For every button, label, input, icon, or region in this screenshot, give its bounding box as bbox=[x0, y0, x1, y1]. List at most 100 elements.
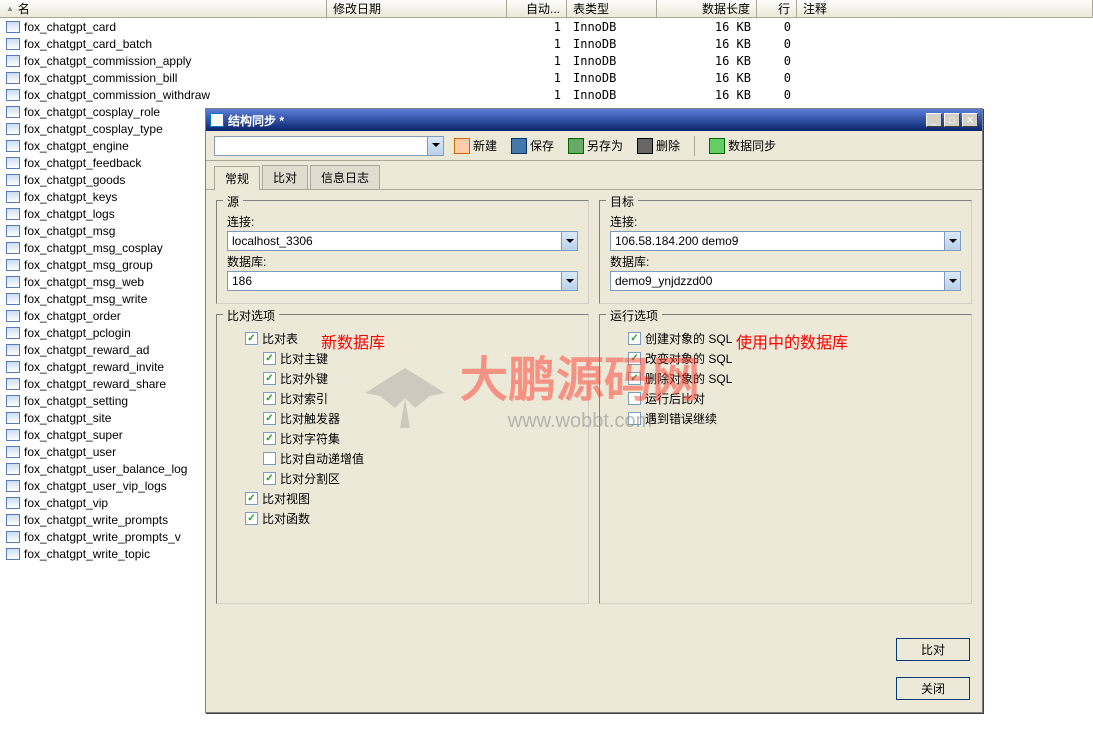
maximize-button[interactable]: □ bbox=[944, 113, 960, 127]
alter-sql-checkbox[interactable] bbox=[628, 352, 641, 365]
compare-charset-checkbox[interactable] bbox=[263, 432, 276, 445]
table-name: fox_chatgpt_setting bbox=[24, 394, 128, 408]
new-button[interactable]: 新建 bbox=[450, 135, 501, 156]
table-name: fox_chatgpt_engine bbox=[24, 139, 129, 153]
table-icon bbox=[6, 174, 20, 186]
col-len[interactable]: 数据长度 bbox=[657, 0, 757, 17]
table-name: fox_chatgpt_msg bbox=[24, 224, 115, 238]
col-comment[interactable]: 注释 bbox=[797, 0, 1093, 17]
compare-partition-label: 比对分割区 bbox=[280, 470, 340, 487]
compare-options-fieldset: 比对选项 比对表 比对主键 比对外键 比对索引 比对触发器 比对字符集 比对自动… bbox=[216, 314, 589, 604]
compare-view-label: 比对视图 bbox=[262, 490, 310, 507]
compare-opts-legend: 比对选项 bbox=[223, 307, 279, 324]
table-name: fox_chatgpt_msg_write bbox=[24, 292, 147, 306]
annotation-using-db: 使用中的数据库 bbox=[736, 329, 848, 353]
table-name: fox_chatgpt_msg_cosplay bbox=[24, 241, 163, 255]
compare-func-checkbox[interactable] bbox=[245, 512, 258, 525]
compare-table-checkbox[interactable] bbox=[245, 332, 258, 345]
col-type[interactable]: 表类型 bbox=[567, 0, 657, 17]
chevron-down-icon[interactable] bbox=[944, 232, 960, 250]
col-date[interactable]: 修改日期 bbox=[327, 0, 507, 17]
minimize-button[interactable]: _ bbox=[926, 113, 942, 127]
target-db-select[interactable]: demo9_ynjdzzd00 bbox=[610, 271, 961, 291]
col-rows[interactable]: 行 bbox=[757, 0, 797, 17]
chevron-down-icon[interactable] bbox=[561, 232, 577, 250]
table-name: fox_chatgpt_pclogin bbox=[24, 326, 131, 340]
compare-button[interactable]: 比对 bbox=[896, 638, 970, 661]
table-name: fox_chatgpt_cosplay_role bbox=[24, 105, 160, 119]
target-db-label: 数据库: bbox=[610, 253, 961, 270]
compare-partition-checkbox[interactable] bbox=[263, 472, 276, 485]
target-conn-select[interactable]: 106.58.184.200 demo9 bbox=[610, 231, 961, 251]
close-dialog-button[interactable]: 关闭 bbox=[896, 677, 970, 700]
tab-general[interactable]: 常规 bbox=[214, 166, 260, 190]
source-db-select[interactable]: 186 bbox=[227, 271, 578, 291]
table-name: fox_chatgpt_write_prompts_v bbox=[24, 530, 181, 544]
table-name: fox_chatgpt_vip bbox=[24, 496, 108, 510]
table-name: fox_chatgpt_card_batch bbox=[24, 37, 152, 51]
table-icon bbox=[6, 395, 20, 407]
compare-index-label: 比对索引 bbox=[280, 390, 328, 407]
tab-log[interactable]: 信息日志 bbox=[310, 165, 380, 189]
alter-sql-label: 改变对象的 SQL bbox=[645, 350, 732, 367]
table-icon bbox=[6, 429, 20, 441]
table-name: fox_chatgpt_commission_withdraw bbox=[24, 88, 210, 102]
titlebar[interactable]: 结构同步 * _ □ ✕ bbox=[206, 109, 982, 131]
col-name[interactable]: 名 bbox=[0, 0, 327, 17]
table-name: fox_chatgpt_msg_web bbox=[24, 275, 144, 289]
table-icon bbox=[6, 514, 20, 526]
table-row[interactable]: fox_chatgpt_card1InnoDB16 KB0 bbox=[0, 18, 1093, 35]
compare-charset-label: 比对字符集 bbox=[280, 430, 340, 447]
create-sql-checkbox[interactable] bbox=[628, 332, 641, 345]
save-button[interactable]: 保存 bbox=[507, 135, 558, 156]
table-icon bbox=[6, 21, 20, 33]
profile-combo[interactable] bbox=[214, 136, 444, 156]
table-row[interactable]: fox_chatgpt_commission_withdraw1InnoDB16… bbox=[0, 86, 1093, 103]
source-db-label: 数据库: bbox=[227, 253, 578, 270]
tab-compare[interactable]: 比对 bbox=[262, 165, 308, 189]
table-name: fox_chatgpt_order bbox=[24, 309, 121, 323]
table-icon bbox=[6, 344, 20, 356]
sync-icon bbox=[709, 138, 725, 154]
table-name: fox_chatgpt_user_balance_log bbox=[24, 462, 187, 476]
new-icon bbox=[454, 138, 470, 154]
table-row[interactable]: fox_chatgpt_card_batch1InnoDB16 KB0 bbox=[0, 35, 1093, 52]
table-icon bbox=[6, 89, 20, 101]
chevron-down-icon[interactable] bbox=[427, 137, 443, 155]
table-icon bbox=[6, 242, 20, 254]
close-button[interactable]: ✕ bbox=[962, 113, 978, 127]
table-icon bbox=[6, 208, 20, 220]
create-sql-label: 创建对象的 SQL bbox=[645, 330, 732, 347]
table-name: fox_chatgpt_card bbox=[24, 20, 116, 34]
compare-pk-checkbox[interactable] bbox=[263, 352, 276, 365]
source-conn-select[interactable]: localhost_3306 bbox=[227, 231, 578, 251]
table-row[interactable]: fox_chatgpt_commission_bill1InnoDB16 KB0 bbox=[0, 69, 1093, 86]
table-icon bbox=[6, 106, 20, 118]
compare-autoinc-checkbox[interactable] bbox=[263, 452, 276, 465]
data-sync-button[interactable]: 数据同步 bbox=[705, 135, 780, 156]
compare-fk-checkbox[interactable] bbox=[263, 372, 276, 385]
drop-sql-checkbox[interactable] bbox=[628, 372, 641, 385]
table-icon bbox=[6, 276, 20, 288]
compare-view-checkbox[interactable] bbox=[245, 492, 258, 505]
table-name: fox_chatgpt_commission_bill bbox=[24, 71, 177, 85]
run-after-checkbox[interactable] bbox=[628, 392, 641, 405]
compare-trigger-checkbox[interactable] bbox=[263, 412, 276, 425]
compare-index-checkbox[interactable] bbox=[263, 392, 276, 405]
table-icon bbox=[6, 55, 20, 67]
trash-icon bbox=[637, 138, 653, 154]
compare-table-label: 比对表 bbox=[262, 330, 298, 347]
chevron-down-icon[interactable] bbox=[944, 272, 960, 290]
separator bbox=[694, 136, 695, 156]
compare-trigger-label: 比对触发器 bbox=[280, 410, 340, 427]
chevron-down-icon[interactable] bbox=[561, 272, 577, 290]
delete-button[interactable]: 删除 bbox=[633, 135, 684, 156]
structure-sync-dialog: 结构同步 * _ □ ✕ 新建 保存 另存为 删除 数据同步 常规 比对 信息日… bbox=[205, 108, 983, 713]
saveas-button[interactable]: 另存为 bbox=[564, 135, 627, 156]
table-name: fox_chatgpt_commission_apply bbox=[24, 54, 191, 68]
col-auto[interactable]: 自动... bbox=[507, 0, 567, 17]
continue-err-checkbox[interactable] bbox=[628, 412, 641, 425]
table-icon bbox=[6, 191, 20, 203]
table-name: fox_chatgpt_reward_ad bbox=[24, 343, 149, 357]
table-row[interactable]: fox_chatgpt_commission_apply1InnoDB16 KB… bbox=[0, 52, 1093, 69]
